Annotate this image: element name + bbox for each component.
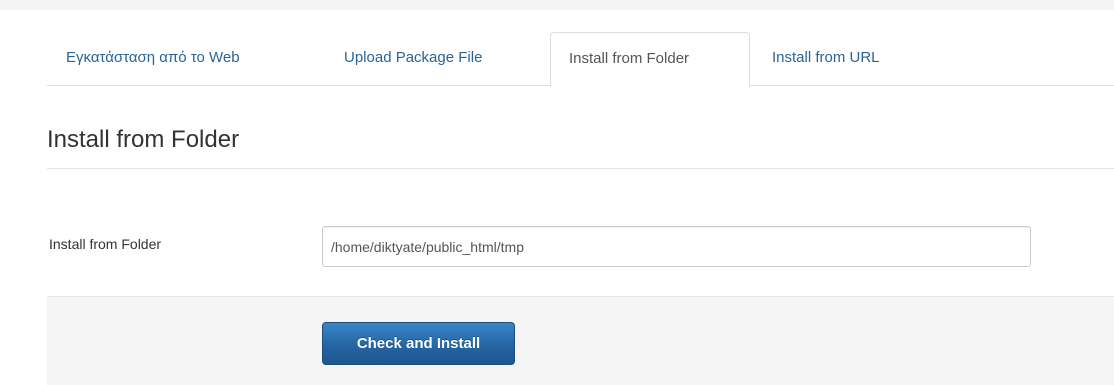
folder-path-input[interactable]: [322, 226, 1031, 267]
check-and-install-button[interactable]: Check and Install: [322, 322, 515, 365]
section-title: Install from Folder: [47, 126, 240, 153]
tab-install-from-web[interactable]: Εγκατάσταση από το Web: [66, 32, 240, 86]
folder-field-label: Install from Folder: [49, 236, 162, 252]
title-divider: [47, 168, 1114, 169]
tab-install-from-url[interactable]: Install from URL: [772, 32, 880, 86]
tab-upload-package-file[interactable]: Upload Package File: [344, 32, 482, 86]
top-strip: [0, 0, 1114, 10]
tab-install-from-folder[interactable]: Install from Folder: [550, 32, 750, 87]
installer-tabs: Εγκατάσταση από το Web Upload Package Fi…: [47, 32, 1114, 87]
installer-page: Εγκατάσταση από το Web Upload Package Fi…: [0, 0, 1114, 385]
form-actions-bar: [47, 296, 1114, 385]
